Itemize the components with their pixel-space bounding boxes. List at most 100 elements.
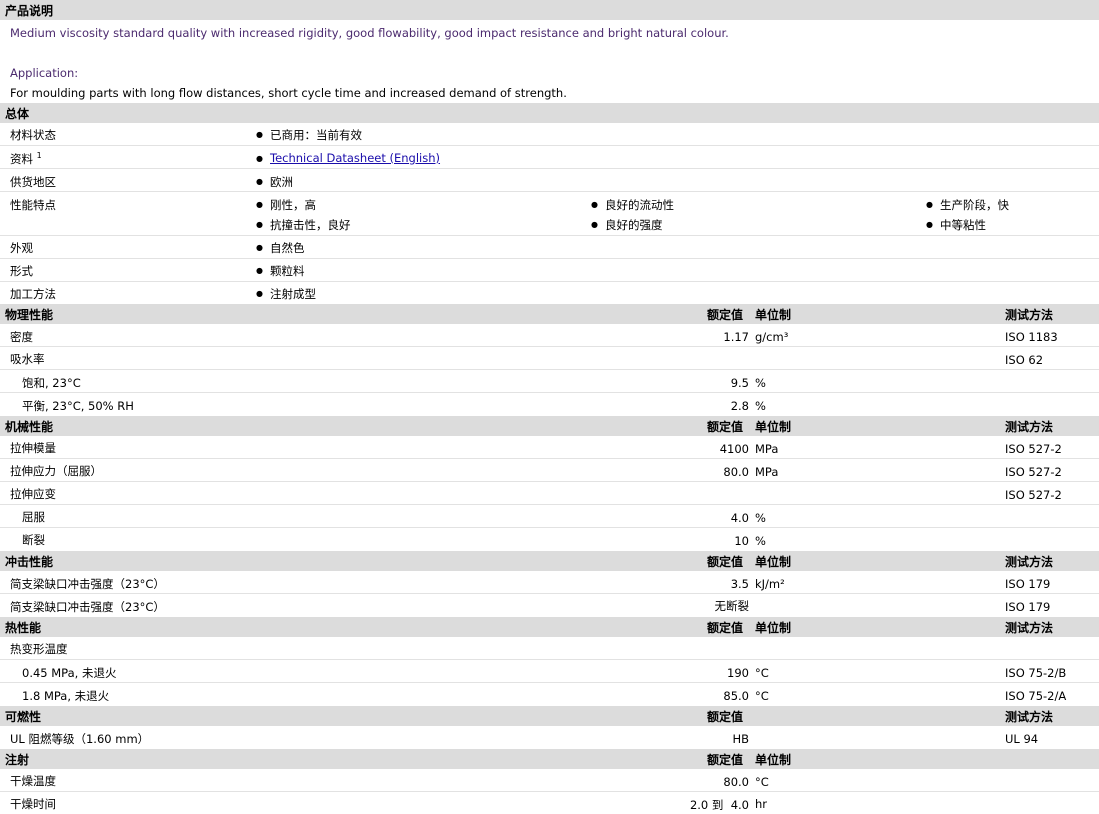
property-row: 拉伸应力（屈服） 80.0 MPa ISO 527-2 xyxy=(0,459,1099,482)
section-title: 冲击性能 xyxy=(5,555,54,569)
property-row: UL 阻燃等级（1.60 mm） HB UL 94 xyxy=(0,726,1099,749)
property-row: 饱和, 23°C 9.5 % xyxy=(0,370,1099,393)
col-unit: 单位制 xyxy=(755,621,792,635)
section-title: 注射 xyxy=(5,753,30,767)
section-header-thermal: 热性能 额定值 单位制 测试方法 xyxy=(0,617,1099,637)
property-value: 85.0 xyxy=(723,689,749,703)
info-row-status: 材料状态 已商用：当前有效 xyxy=(0,123,1099,146)
property-value: 无断裂 xyxy=(714,599,750,613)
property-row: 热变形温度 xyxy=(0,637,1099,660)
property-label: 拉伸应变 xyxy=(10,487,56,501)
col-nominal: 额定值 xyxy=(707,308,744,322)
property-unit: hr xyxy=(755,797,768,811)
property-unit: kJ/m² xyxy=(755,577,785,591)
col-nominal: 额定值 xyxy=(707,420,744,434)
property-value: 4100 xyxy=(719,442,749,456)
feature-item: 中等粘性 xyxy=(926,217,986,233)
info-value: 自然色 xyxy=(256,240,304,256)
info-label: 性能特点 xyxy=(10,198,56,212)
property-label: 拉伸模量 xyxy=(10,441,56,455)
section-header-flammability: 可燃性 额定值 测试方法 xyxy=(0,706,1099,726)
property-method: ISO 179 xyxy=(1005,577,1051,591)
info-value: 欧洲 xyxy=(256,174,293,190)
application-text: For moulding parts with long flow distan… xyxy=(10,86,567,100)
section-header-description: 产品说明 xyxy=(0,0,1099,20)
property-label: 饱和, 23°C xyxy=(22,376,81,390)
section-header-general: 总体 xyxy=(0,103,1099,123)
description-text: Medium viscosity standard quality with i… xyxy=(10,26,729,40)
property-method: ISO 1183 xyxy=(1005,330,1058,344)
section-title: 产品说明 xyxy=(5,4,54,18)
section-title: 总体 xyxy=(5,107,30,121)
info-label: 形式 xyxy=(10,264,33,278)
property-method: UL 94 xyxy=(1005,732,1039,746)
col-method: 测试方法 xyxy=(1005,420,1054,434)
property-unit: % xyxy=(755,511,766,525)
section-title: 可燃性 xyxy=(5,710,42,724)
info-row-features: 性能特点 刚性，高 良好的流动性 生产阶段，快 抗撞击性，良好 良好的强度 中等… xyxy=(0,192,1099,236)
info-label: 供货地区 xyxy=(10,175,56,189)
property-row: 屈服 4.0 % xyxy=(0,505,1099,528)
property-row: 干燥时间 2.0 到 4.0 hr xyxy=(0,792,1099,814)
property-unit: °C xyxy=(755,775,769,789)
property-value: 10 xyxy=(734,534,749,548)
property-label: UL 阻燃等级（1.60 mm） xyxy=(10,732,150,746)
property-row: 0.45 MPa, 未退火 190 °C ISO 75-2/B xyxy=(0,660,1099,683)
info-row-processing: 加工方法 注射成型 xyxy=(0,282,1099,304)
section-title: 物理性能 xyxy=(5,308,54,322)
property-row: 断裂 10 % xyxy=(0,528,1099,551)
technical-datasheet-link[interactable]: Technical Datasheet (English) xyxy=(256,151,440,165)
property-method: ISO 527-2 xyxy=(1005,465,1062,479)
property-row: 吸水率 ISO 62 xyxy=(0,347,1099,370)
col-method: 测试方法 xyxy=(1005,621,1054,635)
property-row: 拉伸应变 ISO 527-2 xyxy=(0,482,1099,505)
info-row-documents: 资料 1 Technical Datasheet (English) xyxy=(0,146,1099,169)
section-header-physical: 物理性能 额定值 单位制 测试方法 xyxy=(0,304,1099,324)
info-value: 已商用：当前有效 xyxy=(256,127,362,143)
property-value: HB xyxy=(732,732,749,746)
property-row: 简支梁缺口冲击强度（23°C） 3.5 kJ/m² ISO 179 xyxy=(0,571,1099,594)
feature-item: 良好的强度 xyxy=(591,217,662,233)
property-value: 190 xyxy=(727,666,749,680)
property-label: 密度 xyxy=(10,330,33,344)
property-unit: g/cm³ xyxy=(755,330,789,344)
property-method: ISO 75-2/A xyxy=(1005,689,1067,703)
property-row: 拉伸模量 4100 MPa ISO 527-2 xyxy=(0,436,1099,459)
property-row: 1.8 MPa, 未退火 85.0 °C ISO 75-2/A xyxy=(0,683,1099,706)
property-label: 0.45 MPa, 未退火 xyxy=(22,666,117,680)
info-row-appearance: 外观 自然色 xyxy=(0,236,1099,259)
info-row-region: 供货地区 欧洲 xyxy=(0,169,1099,192)
property-value: 3.5 xyxy=(730,577,749,591)
property-method: ISO 527-2 xyxy=(1005,488,1062,502)
property-label: 吸水率 xyxy=(10,352,45,366)
property-label: 屈服 xyxy=(22,510,45,524)
section-title: 机械性能 xyxy=(5,420,54,434)
col-nominal: 额定值 xyxy=(707,555,744,569)
section-header-injection: 注射 额定值 单位制 xyxy=(0,749,1099,769)
info-label: 资料 1 xyxy=(10,151,42,166)
property-unit: % xyxy=(755,376,766,390)
info-row-form: 形式 颗粒料 xyxy=(0,259,1099,282)
property-label: 干燥时间 xyxy=(10,797,56,811)
section-title: 热性能 xyxy=(5,621,42,635)
property-label: 断裂 xyxy=(22,533,45,547)
col-unit: 单位制 xyxy=(755,555,792,569)
col-method: 测试方法 xyxy=(1005,555,1054,569)
col-unit: 单位制 xyxy=(755,753,792,767)
col-unit: 单位制 xyxy=(755,420,792,434)
property-value: 4.0 xyxy=(730,511,749,525)
feature-item: 刚性，高 xyxy=(256,197,316,213)
property-label: 简支梁缺口冲击强度（23°C） xyxy=(10,577,165,591)
property-row: 密度 1.17 g/cm³ ISO 1183 xyxy=(0,324,1099,347)
col-method: 测试方法 xyxy=(1005,308,1054,322)
property-method: ISO 527-2 xyxy=(1005,442,1062,456)
property-value: 2.0 到 4.0 xyxy=(689,798,749,812)
feature-item: 生产阶段，快 xyxy=(926,197,1009,213)
col-unit: 单位制 xyxy=(755,308,792,322)
col-nominal: 额定值 xyxy=(707,710,744,724)
property-method: ISO 75-2/B xyxy=(1005,666,1067,680)
property-method: ISO 62 xyxy=(1005,353,1044,367)
info-label: 加工方法 xyxy=(10,287,56,301)
property-unit: MPa xyxy=(755,442,779,456)
col-nominal: 额定值 xyxy=(707,621,744,635)
